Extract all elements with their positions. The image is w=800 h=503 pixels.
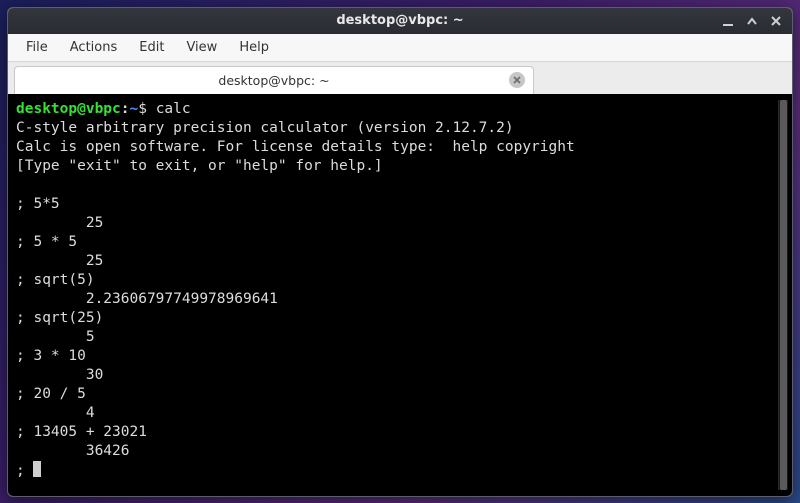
scrollbar-thumb[interactable] xyxy=(780,100,787,490)
tab-title: desktop@vbpc: ~ xyxy=(218,73,329,88)
maximize-button[interactable] xyxy=(746,15,762,27)
tabbar: desktop@vbpc: ~ xyxy=(8,62,792,94)
titlebar[interactable]: desktop@vbpc: ~ xyxy=(8,8,792,34)
menu-actions[interactable]: Actions xyxy=(60,36,128,59)
minimize-button[interactable] xyxy=(722,15,738,27)
terminal-output[interactable]: desktop@vbpc:~$ calc C-style arbitrary p… xyxy=(16,100,778,490)
close-button[interactable] xyxy=(770,15,786,27)
terminal-area[interactable]: desktop@vbpc:~$ calc C-style arbitrary p… xyxy=(8,94,792,496)
terminal-scrollbar[interactable] xyxy=(778,100,788,490)
menu-help[interactable]: Help xyxy=(229,36,279,59)
window-title: desktop@vbpc: ~ xyxy=(336,13,463,28)
terminal-window: desktop@vbpc: ~ File Actions Edit View H… xyxy=(7,7,793,497)
cursor xyxy=(33,461,41,477)
tab-terminal-1[interactable]: desktop@vbpc: ~ xyxy=(14,66,534,94)
window-controls xyxy=(722,8,786,34)
tab-close-button[interactable] xyxy=(509,72,525,88)
menu-view[interactable]: View xyxy=(176,36,227,59)
menu-edit[interactable]: Edit xyxy=(129,36,174,59)
menu-file[interactable]: File xyxy=(16,36,58,59)
menubar: File Actions Edit View Help xyxy=(8,34,792,62)
